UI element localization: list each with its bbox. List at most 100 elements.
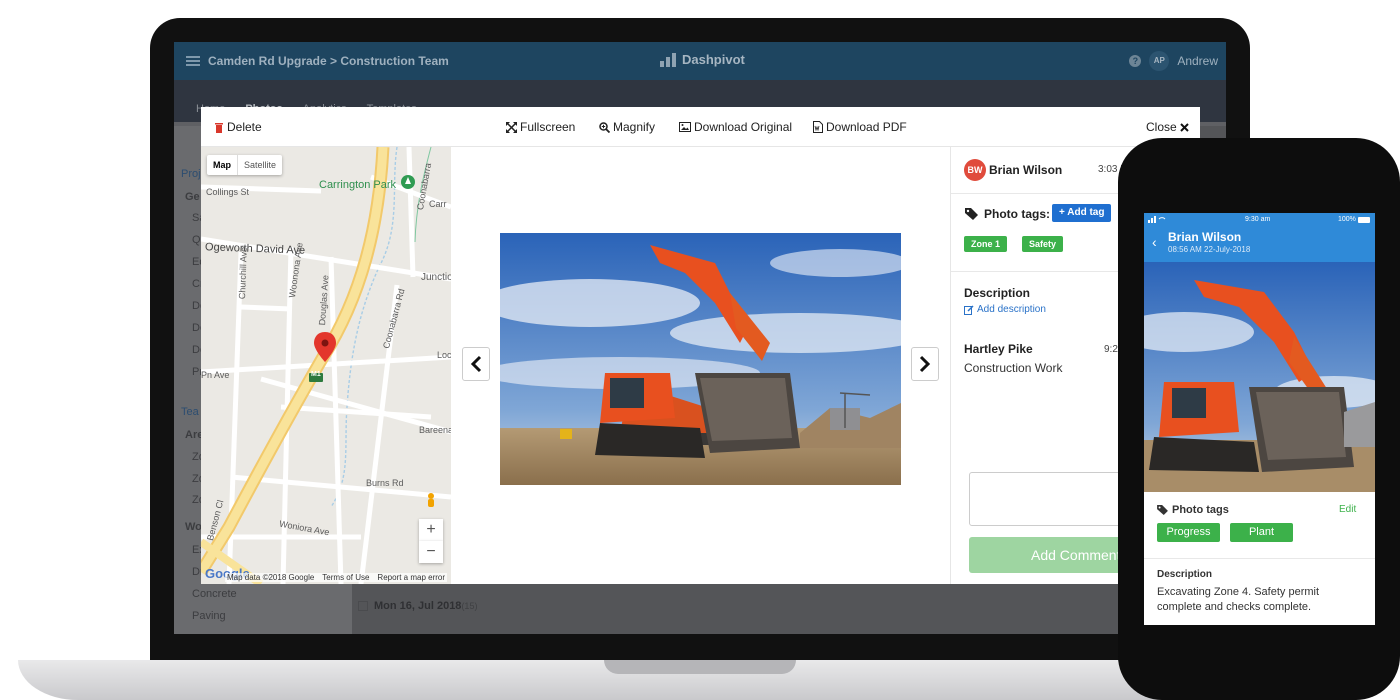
phone-header: ‹ Brian Wilson 08:56 AM 22-July-2018 [1144, 227, 1375, 262]
add-description-label: Add description [977, 304, 1046, 315]
marketing-composite: Camden Rd Upgrade > Construction Team Da… [0, 0, 1400, 700]
map-type-map[interactable]: Map [207, 155, 237, 175]
sidebar-item[interactable]: Tea [181, 406, 199, 418]
sidebar-item[interactable]: Concrete [192, 588, 237, 600]
brand-name: Dashpivot [682, 52, 745, 67]
author-avatar: BW [964, 159, 986, 181]
app-header: Camden Rd Upgrade > Construction Team Da… [174, 42, 1226, 80]
breadcrumb[interactable]: Camden Rd Upgrade > Construction Team [208, 54, 449, 68]
phone-description-label: Description [1157, 569, 1213, 580]
battery-icon [1358, 217, 1370, 223]
modal-toolbar: Delete Fullscreen Magnify Download Origi… [201, 107, 1200, 147]
phone-screen: 9:30 am 100% ‹ Brian Wilson 08:56 AM 22-… [1144, 213, 1375, 625]
avatar[interactable]: AP [1149, 51, 1170, 71]
file-word-icon [813, 121, 823, 133]
tag-chip[interactable]: Zone 1 [964, 236, 1008, 252]
status-battery: 100% [1338, 216, 1356, 223]
header-user: ? AP Andrew [1129, 51, 1218, 71]
photo-viewer [451, 147, 950, 584]
description-label: Description [964, 286, 1031, 300]
photo-modal: Delete Fullscreen Magnify Download Origi… [201, 107, 1201, 584]
status-time: 9:30 am [1245, 216, 1271, 223]
close-icon [1179, 122, 1189, 132]
map-label: Locl [437, 350, 451, 360]
map-label-park: Carrington Park [319, 179, 397, 191]
comment-author: Hartley Pike [964, 342, 1033, 356]
road-badge-label: M1 [311, 371, 321, 378]
zoom-icon [599, 121, 610, 133]
map-canvas[interactable] [201, 147, 451, 584]
phone-edit-tags-link[interactable]: Edit [1339, 504, 1356, 515]
location-map[interactable]: M1 Collings St Carrington Park Coonabarr… [201, 147, 451, 584]
tag-chip[interactable]: Safety [1022, 236, 1064, 252]
add-description-link[interactable]: Add description [964, 304, 1046, 315]
map-label: Carr [429, 199, 447, 209]
photo-tags-label: Photo tags: [984, 207, 1050, 221]
map-label: Collings St [206, 187, 250, 197]
trash-icon [215, 122, 223, 133]
zoom-in-button[interactable]: + [419, 519, 443, 541]
bar-chart-icon [660, 52, 676, 67]
divider [1144, 558, 1375, 559]
user-name[interactable]: Andrew [1177, 54, 1218, 68]
download-pdf-button[interactable]: Download PDF [813, 120, 907, 134]
sidebar-item[interactable]: Proj [181, 168, 201, 180]
map-attribution: Map data ©2018 Google [227, 573, 315, 582]
download-original-button[interactable]: Download Original [679, 120, 792, 134]
download-original-label: Download Original [694, 120, 793, 134]
menu-icon[interactable] [186, 56, 200, 66]
delete-label: Delete [227, 120, 262, 134]
map-type-satellite[interactable]: Satellite [237, 155, 282, 175]
magnify-button[interactable]: Magnify [599, 120, 655, 134]
close-label: Close [1146, 120, 1177, 134]
comment-time: 9:2 [1104, 344, 1118, 355]
expand-icon [506, 121, 517, 133]
phone-author-name: Brian Wilson [1168, 230, 1242, 244]
report-error-link[interactable]: Report a map error [377, 573, 445, 582]
phone-tag-chip[interactable]: Progress [1157, 523, 1220, 542]
sidebar-item[interactable]: Ge [185, 191, 200, 203]
tag-icon [1157, 505, 1168, 515]
phone-photo-date: 08:56 AM 22-July-2018 [1168, 245, 1251, 254]
download-pdf-label: Download PDF [826, 120, 907, 134]
magnify-label: Magnify [613, 120, 656, 134]
feed-date: Mon 16, Jul 2018 [374, 600, 462, 612]
map-type-toggle: Map Satellite [207, 155, 283, 175]
zoom-out-button[interactable]: − [419, 541, 443, 563]
map-label: Burns Rd [366, 478, 404, 488]
sidebar-item[interactable]: Paving [192, 610, 226, 622]
author-name: Brian Wilson [989, 163, 1063, 177]
terms-link[interactable]: Terms of Use [322, 573, 369, 582]
previous-photo-button[interactable] [462, 347, 490, 381]
pegman-icon[interactable] [421, 491, 441, 511]
phone-description-text: Excavating Zone 4. Safety permit complet… [1157, 586, 1320, 613]
photo-tags-heading: Photo tags: [965, 207, 1050, 221]
help-icon[interactable]: ? [1129, 55, 1142, 67]
fullscreen-button[interactable]: Fullscreen [506, 120, 575, 134]
delete-button[interactable]: Delete [214, 120, 262, 134]
map-footer: Map data ©2018 Google Terms of Use Repor… [225, 573, 448, 582]
phone-tag-chip[interactable]: Plant [1230, 523, 1293, 542]
comment-text: Construction Work [964, 361, 1063, 375]
laptop-notch [604, 660, 796, 674]
signal-icon [1148, 215, 1166, 225]
next-photo-button[interactable] [911, 347, 939, 381]
phone-excavator-photo[interactable] [1144, 262, 1375, 492]
sidebar-item[interactable]: Wo [185, 521, 202, 533]
add-tag-button[interactable]: + Add tag [1052, 204, 1112, 222]
phone-photo-tags-heading: Photo tags [1157, 504, 1229, 516]
excavator-photo[interactable] [500, 233, 901, 485]
image-icon [679, 122, 691, 132]
fullscreen-label: Fullscreen [520, 120, 576, 134]
chevron-left-icon [470, 355, 482, 373]
edit-icon [964, 304, 974, 315]
map-label: Churchill Ave [237, 246, 249, 300]
back-icon[interactable]: ‹ [1152, 234, 1157, 250]
close-button[interactable]: Close [1146, 120, 1189, 134]
feed-count: (15) [461, 601, 478, 611]
map-label: Pn Ave [201, 370, 230, 380]
map-label: Junctio [421, 272, 451, 283]
feed-date-group: Mon 16, Jul 2018(15) [360, 600, 477, 612]
map-label: Bareena [419, 425, 451, 435]
tag-icon [965, 208, 978, 220]
